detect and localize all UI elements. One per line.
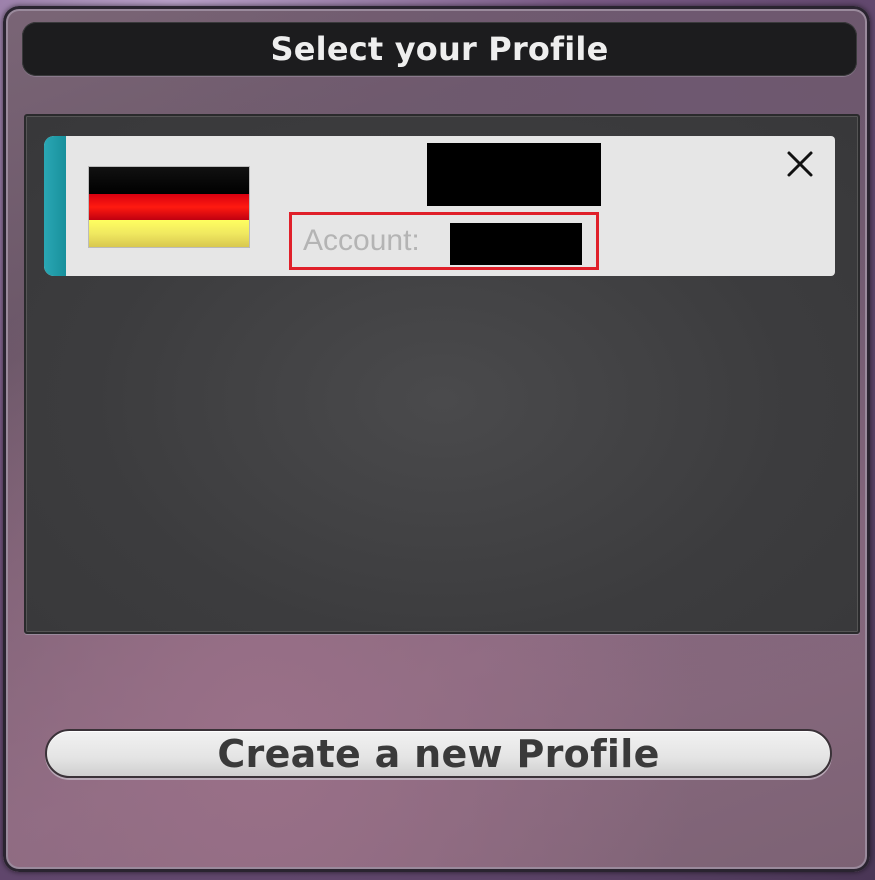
account-label: Account: <box>303 224 420 257</box>
flag-stripe-gold <box>89 220 249 248</box>
profile-card[interactable]: Account: <box>44 136 835 276</box>
dialog-title-bar: Select your Profile <box>22 22 857 76</box>
selection-accent <box>44 136 66 276</box>
profile-name-redacted <box>427 143 601 206</box>
close-icon <box>787 151 813 177</box>
dialog-title: Select your Profile <box>270 30 609 68</box>
create-profile-button[interactable]: Create a new Profile <box>45 729 832 778</box>
delete-profile-button[interactable] <box>784 148 816 180</box>
flag-stripe-black <box>89 167 249 194</box>
flag-stripe-red <box>89 193 249 221</box>
create-profile-label: Create a new Profile <box>217 731 660 776</box>
account-value-redacted <box>450 223 582 265</box>
germany-flag-icon <box>89 167 249 248</box>
